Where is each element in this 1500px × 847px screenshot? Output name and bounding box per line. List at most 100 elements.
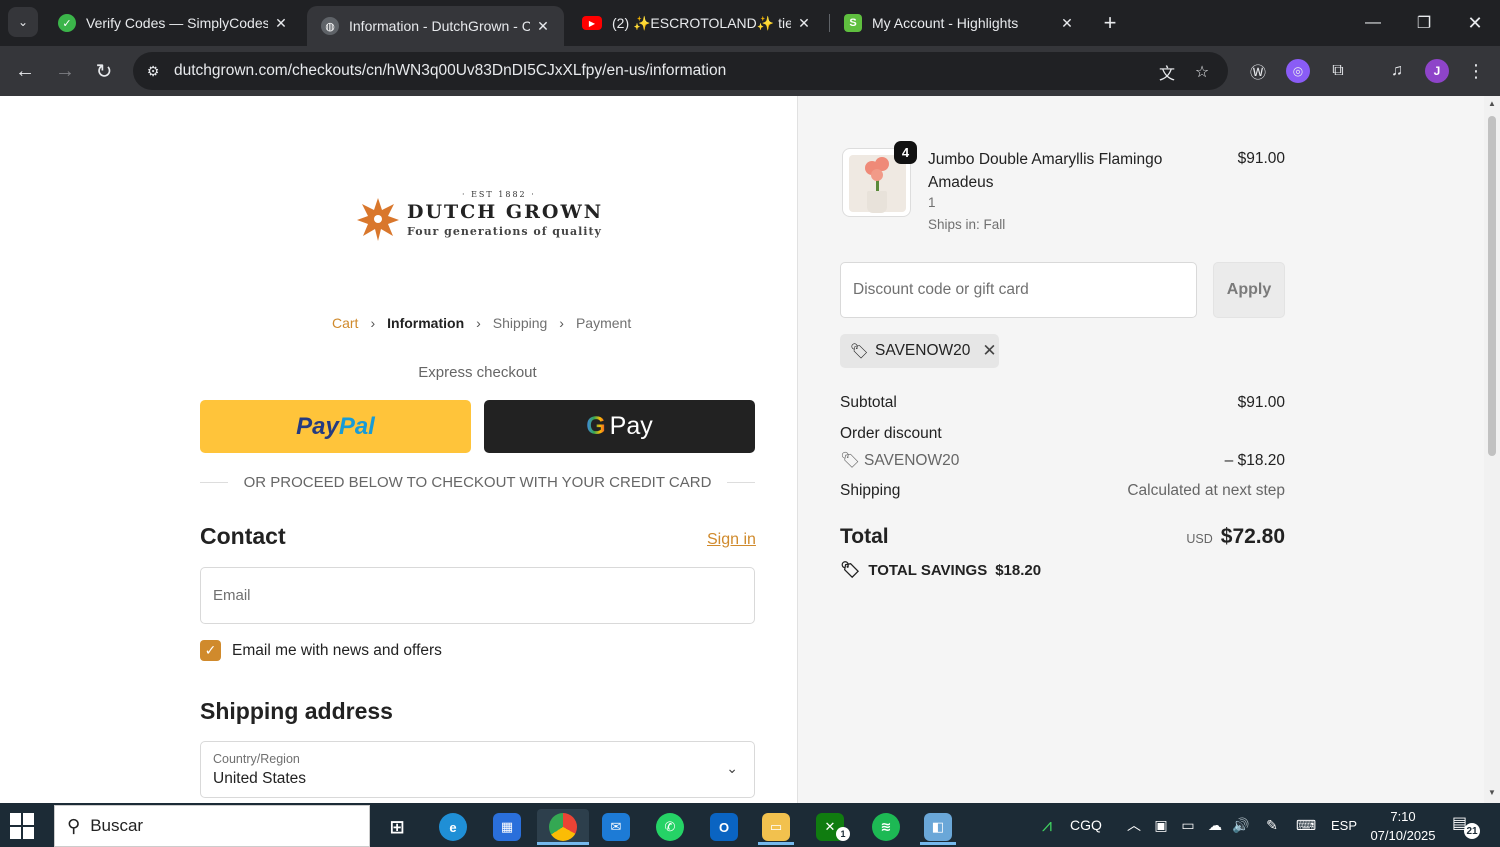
restore-button[interactable]: ❐ <box>1399 0 1449 46</box>
country-value: United States <box>213 770 307 787</box>
extensions-puzzle-icon[interactable]: ⧉ <box>1326 59 1350 83</box>
weather-widget-text[interactable]: CGQ <box>1066 803 1106 847</box>
tag-icon: 🏷 <box>850 343 870 360</box>
dutch-grown-logo[interactable]: · EST 1882 · DUTCH GROWN Four generation… <box>356 190 601 241</box>
scroll-down-icon[interactable]: ▼ <box>1487 788 1497 797</box>
total-value: $72.80 <box>1220 525 1285 548</box>
tab-my-account[interactable]: S My Account - Highlights ✕ <box>830 0 1088 46</box>
newsletter-checkbox[interactable]: ✓ <box>200 640 221 661</box>
total-savings: 🏷 TOTAL SAVINGS $18.20 <box>840 560 1041 580</box>
newsletter-label[interactable]: Email me with news and offers <box>232 642 442 660</box>
keyboard-icon[interactable]: ⌨ <box>1292 803 1320 847</box>
checkout-main: · EST 1882 · DUTCH GROWN Four generation… <box>0 96 797 803</box>
window-close-button[interactable]: ✕ <box>1450 0 1500 46</box>
quantity-badge: 4 <box>894 141 917 164</box>
pen-icon[interactable]: ✎ <box>1260 803 1284 847</box>
reload-button[interactable]: ↻ <box>89 56 119 86</box>
task-view-icon[interactable]: ⊞ <box>379 809 415 845</box>
divider-line <box>727 482 755 483</box>
bookmark-star-icon[interactable]: ☆ <box>1191 61 1213 83</box>
windows-start-icon[interactable] <box>10 813 36 839</box>
language-indicator[interactable]: ESP <box>1328 803 1360 847</box>
meet-now-icon[interactable]: ▣ <box>1150 803 1172 847</box>
chevron-up-icon[interactable]: ︿ <box>1124 803 1144 847</box>
total-currency: USD <box>1186 532 1213 546</box>
tab-search-button[interactable]: ⌄ <box>8 7 38 37</box>
notification-center-icon[interactable]: ▤ 21 <box>1452 813 1480 839</box>
shopify-icon: S <box>844 14 862 32</box>
taskbar-clock[interactable]: 7:10 07/10/2025 <box>1366 807 1440 845</box>
shipping-row: Shipping Calculated at next step <box>840 482 1285 500</box>
close-icon[interactable]: ✕ <box>1054 15 1080 32</box>
edge-icon[interactable]: e <box>435 809 471 845</box>
tab-dutchgrown[interactable]: ◍ Information - DutchGrown - Ch ✕ <box>307 6 564 46</box>
discount-value: – $18.20 <box>1224 452 1285 469</box>
product-ships-info: Ships in: Fall <box>928 217 1006 232</box>
contact-heading: Contact <box>200 523 286 549</box>
minimize-button[interactable]: — <box>1348 0 1398 46</box>
chevron-right-icon: › <box>370 315 376 331</box>
more-menu-icon[interactable]: ⋮ <box>1464 59 1488 83</box>
scroll-thumb[interactable] <box>1488 116 1496 456</box>
email-field[interactable] <box>200 567 755 624</box>
sign-in-link[interactable]: Sign in <box>707 531 756 549</box>
stock-chart-icon[interactable]: ⩘ <box>1032 803 1062 847</box>
express-checkout-label: Express checkout <box>418 364 537 381</box>
country-select[interactable]: Country/Region United States ⌄ <box>200 741 755 798</box>
apply-button[interactable]: Apply <box>1213 262 1285 318</box>
close-icon[interactable]: ✕ <box>791 15 817 32</box>
windows-taskbar: ⚲ Buscar ⊞ e ▦ ✉ ✆ O ▭ ✕ 1 ≋ ◧ ⩘ CGQ ︿ ▣ … <box>0 803 1500 847</box>
divider-line <box>200 482 228 483</box>
subtotal-value: $91.00 <box>1237 394 1285 411</box>
forward-button[interactable]: → <box>50 56 80 86</box>
paypal-logo-part1: Pay <box>296 412 339 440</box>
tab-simplycodes[interactable]: ✓ Verify Codes — SimplyCodes ✕ <box>44 0 302 46</box>
checkout-page: · EST 1882 · DUTCH GROWN Four generation… <box>0 96 1484 803</box>
mail-icon[interactable]: ✉ <box>598 809 634 845</box>
or-divider: OR PROCEED BELOW TO CHECKOUT WITH YOUR C… <box>200 474 755 491</box>
volume-icon[interactable]: 🔊 <box>1230 803 1252 847</box>
product-name: Jumbo Double Amaryllis Flamingo Amadeus <box>928 151 1163 191</box>
address-bar[interactable]: ⚙ dutchgrown.com/checkouts/cn/hWN3q00Uv8… <box>133 52 1228 90</box>
breadcrumb-cart[interactable]: Cart <box>332 315 358 331</box>
onedrive-icon[interactable]: ☁ <box>1203 803 1227 847</box>
spotify-icon[interactable]: ≋ <box>868 809 904 845</box>
media-control-icon[interactable]: ♫ <box>1385 59 1409 83</box>
outlook-icon[interactable]: O <box>706 809 742 845</box>
store-icon[interactable]: ▦ <box>489 809 525 845</box>
page-scrollbar[interactable]: ▲ ▼ <box>1484 96 1500 803</box>
taskbar-search[interactable]: ⚲ Buscar <box>54 805 370 847</box>
browser-tab-bar: ⌄ ✓ Verify Codes — SimplyCodes ✕ ◍ Infor… <box>0 0 1500 46</box>
profile-avatar[interactable]: J <box>1425 59 1449 83</box>
search-icon: ⚲ <box>67 815 81 836</box>
discount-code-row: 🏷 SAVENOW20 – $18.20 <box>840 451 1285 470</box>
country-label: Country/Region <box>213 752 300 766</box>
paypal-button[interactable]: Pay Pal <box>200 400 471 453</box>
extension-w-icon[interactable]: Ⓦ <box>1246 59 1270 83</box>
total-row: Total USD $72.80 <box>840 525 1285 549</box>
globe-icon: ◍ <box>321 17 339 35</box>
translate-icon[interactable]: 文 <box>1156 61 1178 83</box>
chrome-icon[interactable] <box>537 809 589 845</box>
file-explorer-icon[interactable]: ▭ <box>758 809 794 845</box>
logo-tagline: Four generations of quality <box>407 225 602 238</box>
close-icon[interactable]: ✕ <box>268 15 294 32</box>
tab-youtube[interactable]: ▶ (2) ✨ESCROTOLAND✨ tiene ✕ <box>568 0 825 46</box>
whatsapp-icon[interactable]: ✆ <box>652 809 688 845</box>
scroll-up-icon[interactable]: ▲ <box>1487 99 1497 108</box>
site-info-icon[interactable]: ⚙ <box>143 61 163 81</box>
url-text[interactable]: dutchgrown.com/checkouts/cn/hWN3q00Uv83D… <box>174 62 726 80</box>
remove-code-icon[interactable]: ✕ <box>982 341 996 361</box>
back-button[interactable]: ← <box>10 56 40 86</box>
display-icon[interactable]: ▭ <box>1177 803 1199 847</box>
google-pay-button[interactable]: G Pay <box>484 400 755 453</box>
discount-code-input[interactable] <box>840 262 1197 318</box>
or-divider-text: OR PROCEED BELOW TO CHECKOUT WITH YOUR C… <box>243 474 712 491</box>
app-blue-icon[interactable]: ◧ <box>920 809 956 845</box>
extension-purple-icon[interactable]: ◎ <box>1286 59 1310 83</box>
xbox-icon[interactable]: ✕ 1 <box>812 809 850 845</box>
new-tab-button[interactable]: + <box>1098 10 1122 36</box>
close-icon[interactable]: ✕ <box>530 18 556 35</box>
clock-time: 7:10 <box>1390 809 1416 824</box>
subtotal-label: Subtotal <box>840 394 897 411</box>
